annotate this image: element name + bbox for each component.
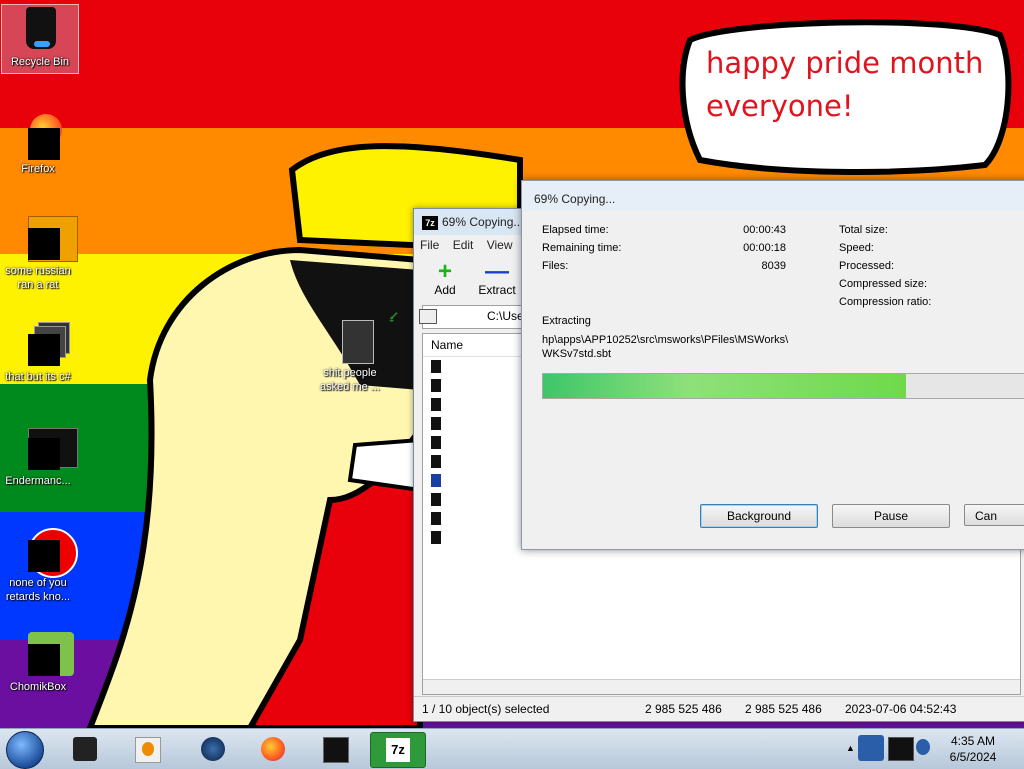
desktop-icon-label: none of you retards kno...	[5, 577, 71, 603]
add-label: Add	[434, 283, 456, 297]
taskbar-item-browser[interactable]	[186, 732, 240, 766]
7zip-icon: 7z	[422, 215, 438, 230]
file-icon	[431, 455, 441, 468]
files-value: 8039	[761, 260, 786, 272]
desktop: happy pride month everyone! Recycle Bin …	[0, 0, 1024, 728]
progress-bar-fill	[543, 374, 906, 398]
monitor-icon[interactable]	[888, 737, 914, 761]
globe-icon	[201, 737, 225, 761]
menu-view[interactable]: View	[487, 238, 513, 252]
status-selection: 1 / 10 object(s) selected	[422, 702, 550, 716]
files-label: Files:	[542, 260, 569, 272]
desktop-icon-label: Firefox	[21, 163, 55, 175]
taskbar-item-media-player[interactable]	[120, 732, 174, 766]
opera-icon	[14, 526, 78, 578]
elapsed-label: Elapsed time:	[542, 224, 609, 236]
operation-label: Extracting	[542, 315, 591, 327]
console-icon	[323, 737, 349, 763]
background-button[interactable]: Background	[700, 504, 818, 528]
up-folder-icon[interactable]: ⭹	[389, 307, 398, 327]
recycle-bin-icon	[16, 5, 64, 53]
desktop-icon-folder[interactable]: shit people asked me ...	[312, 316, 388, 394]
clock-time: 4:35 AM	[950, 734, 996, 748]
program-icon	[14, 214, 78, 262]
desktop-icon-label: shit people asked me ...	[320, 367, 380, 393]
bubble-line-1: happy pride month	[706, 46, 984, 80]
speed-label: Speed:	[839, 242, 874, 254]
desktop-icon-recycle-bin[interactable]: Recycle Bin	[1, 4, 79, 74]
desktop-icon-label: that but its c#	[5, 371, 71, 383]
clock[interactable]: 4:35 AM 6/5/2024	[938, 733, 1008, 765]
extract-button[interactable]: — Extract	[474, 255, 520, 303]
status-packed-size: 2 985 525 486	[745, 702, 822, 716]
file-icon	[431, 417, 441, 430]
chomikbox-icon	[14, 630, 74, 678]
taskbar-item-firefox[interactable]	[246, 732, 300, 766]
speech-bubble-text: happy pride month everyone!	[706, 42, 983, 128]
remaining-label: Remaining time:	[542, 242, 622, 254]
bubble-line-2: everyone!	[706, 89, 854, 123]
file-icon	[431, 512, 441, 525]
desktop-icon-firefox[interactable]: Firefox	[0, 112, 76, 176]
total-size-label: Total size:	[839, 224, 888, 236]
drive-icon	[419, 309, 437, 324]
windows-stack-icon	[14, 320, 70, 368]
processed-label: Processed:	[839, 260, 895, 272]
taskbar: 7z ▲ 4:35 AM 6/5/2024	[0, 728, 1024, 769]
file-icon	[431, 398, 441, 411]
security-icon[interactable]	[858, 735, 884, 761]
clock-date: 6/5/2024	[949, 750, 997, 764]
firefox-icon	[14, 112, 62, 160]
window-title: 69% Copying...	[442, 215, 524, 229]
minus-icon: —	[485, 258, 509, 285]
file-icon	[431, 493, 441, 506]
compression-ratio-label: Compression ratio:	[839, 296, 932, 308]
horizontal-scrollbar[interactable]	[423, 679, 1020, 694]
status-size: 2 985 525 486	[645, 702, 722, 716]
add-button[interactable]: + Add	[422, 255, 468, 303]
status-modified: 2023-07-06 04:52:43	[845, 702, 957, 716]
desktop-icon-label: ChomikBox	[9, 681, 67, 693]
start-button[interactable]	[6, 731, 44, 769]
elapsed-value: 00:00:43	[743, 224, 786, 236]
pause-button[interactable]: Pause	[832, 504, 950, 528]
progress-bar	[542, 373, 1024, 399]
compressed-size-label: Compressed size:	[839, 278, 928, 290]
remaining-value: 00:00:18	[743, 242, 786, 254]
desktop-icon-russian-rat[interactable]: some russian ran a rat	[0, 214, 78, 292]
desktop-icon-endermanch[interactable]: Endermanc...	[0, 424, 78, 488]
dialog-title[interactable]: 69% Copying...	[522, 181, 1024, 211]
network-icon[interactable]	[916, 739, 930, 755]
desktop-icon-label: Endermanc...	[5, 475, 71, 487]
media-player-icon	[135, 737, 161, 763]
file-icon	[431, 379, 441, 392]
current-path: hp\apps\APP10252\src\msworks\PFiles\MSWo…	[542, 334, 789, 346]
file-icon	[431, 474, 441, 487]
app-icon	[73, 737, 97, 761]
taskbar-item-recycle[interactable]	[58, 732, 112, 766]
console-icon	[14, 424, 78, 472]
extract-label: Extract	[478, 283, 516, 297]
desktop-icon-label: Recycle Bin	[10, 56, 70, 68]
7zip-icon: 7z	[386, 738, 410, 762]
firefox-icon	[261, 737, 285, 761]
taskbar-item-console[interactable]	[308, 732, 362, 766]
menu-file[interactable]: File	[420, 238, 439, 252]
menu-edit[interactable]: Edit	[453, 238, 474, 252]
copy-progress-dialog: 69% Copying... Elapsed time: 00:00:43 Re…	[521, 180, 1024, 550]
desktop-icon-c-sharp[interactable]: that but its c#	[0, 320, 76, 384]
folder-icon	[326, 316, 374, 364]
file-icon	[431, 360, 441, 373]
cancel-button[interactable]: Can	[964, 504, 1024, 526]
current-file: WKSv7std.sbt	[542, 348, 612, 360]
status-bar: 1 / 10 object(s) selected 2 985 525 486 …	[414, 696, 1024, 721]
taskbar-item-7zip[interactable]: 7z	[370, 732, 426, 768]
show-hidden-icons-icon[interactable]: ▲	[846, 743, 855, 753]
file-icon	[431, 436, 441, 449]
desktop-icon-none-of-you[interactable]: none of you retards kno...	[0, 526, 78, 604]
plus-icon: +	[437, 258, 452, 285]
desktop-icon-chomikbox[interactable]: ChomikBox	[0, 630, 76, 694]
file-icon	[431, 531, 441, 544]
desktop-icon-label: some russian ran a rat	[5, 265, 71, 291]
